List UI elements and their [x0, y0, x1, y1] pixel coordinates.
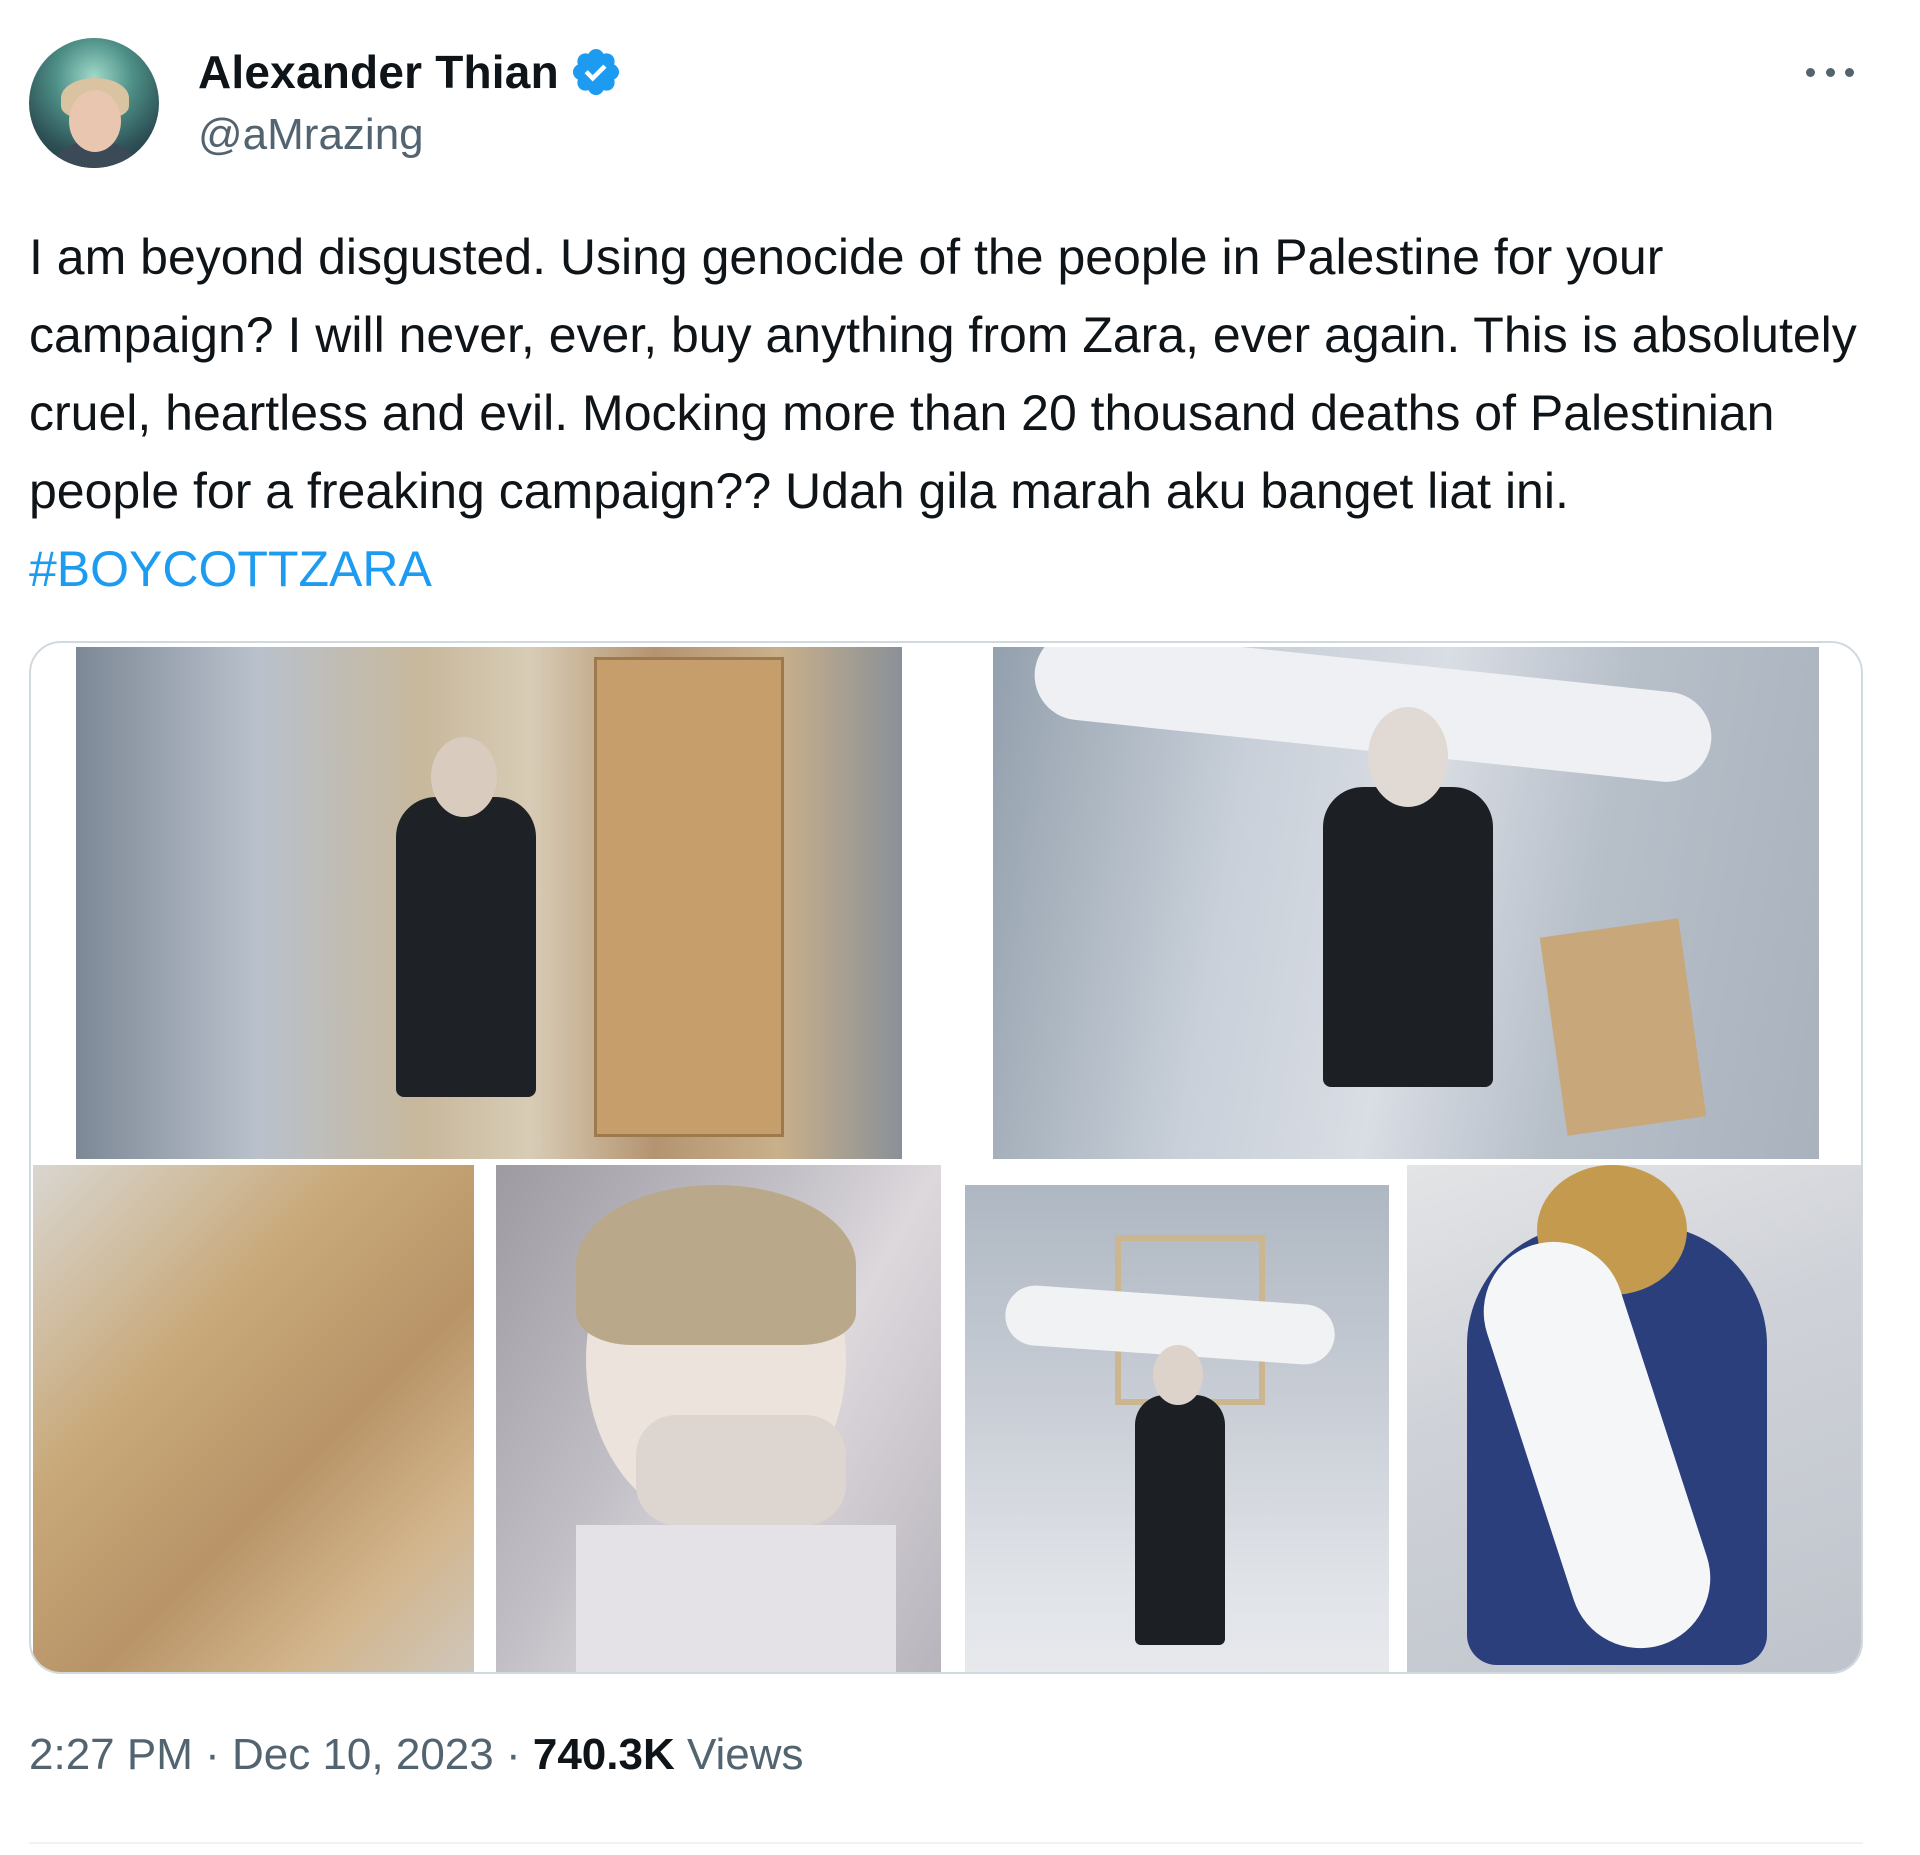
hashtag-link[interactable]: #BOYCOTTZARA: [29, 541, 432, 597]
more-options-icon[interactable]: [1800, 50, 1860, 94]
author-display-name[interactable]: Alexander Thian: [198, 45, 559, 99]
media-grid: [29, 641, 1863, 1674]
avatar-face: [69, 90, 121, 152]
image-detail-board: [1539, 918, 1707, 1136]
media-image-4[interactable]: [496, 1165, 941, 1672]
tweet-time[interactable]: 2:27 PM: [29, 1730, 193, 1780]
author-name-row: Alexander Thian: [198, 45, 623, 99]
author-handle[interactable]: @aMrazing: [198, 110, 424, 160]
image-detail-model: [396, 797, 536, 1097]
more-dot: [1806, 67, 1815, 77]
image-detail-model: [1135, 1395, 1225, 1645]
tweet-date[interactable]: Dec 10, 2023: [232, 1730, 494, 1780]
views-count: 740.3K: [532, 1730, 675, 1779]
image-detail-hand: [636, 1415, 846, 1525]
image-detail-head: [431, 737, 497, 817]
more-dot: [1825, 67, 1835, 77]
media-image-5[interactable]: [965, 1185, 1389, 1672]
media-image-3[interactable]: [33, 1165, 474, 1672]
tweet-text: I am beyond disgusted. Using genocide of…: [29, 218, 1889, 608]
tweet-meta: 2:27 PM · Dec 10, 2023 · 740.3K Views: [29, 1730, 804, 1780]
image-detail-door: [594, 657, 784, 1137]
meta-separator: ·: [493, 1730, 533, 1779]
image-detail-collar: [576, 1525, 896, 1672]
divider: [29, 1842, 1863, 1844]
more-dot: [1845, 67, 1854, 77]
image-detail-model: [1323, 787, 1493, 1087]
tweet: Alexander Thian @aMrazing I am beyond di…: [0, 0, 1920, 1855]
image-detail-head: [1368, 707, 1448, 807]
media-image-1[interactable]: [76, 647, 902, 1159]
media-image-6[interactable]: [1407, 1165, 1861, 1672]
image-detail-hair: [576, 1185, 856, 1345]
image-detail-head: [1153, 1345, 1203, 1405]
meta-separator: ·: [192, 1730, 232, 1779]
views-label: Views: [674, 1730, 804, 1779]
tweet-body: I am beyond disgusted. Using genocide of…: [29, 229, 1857, 519]
media-image-2[interactable]: [993, 647, 1819, 1159]
avatar[interactable]: [29, 38, 159, 168]
verified-badge-icon: [572, 48, 619, 96]
